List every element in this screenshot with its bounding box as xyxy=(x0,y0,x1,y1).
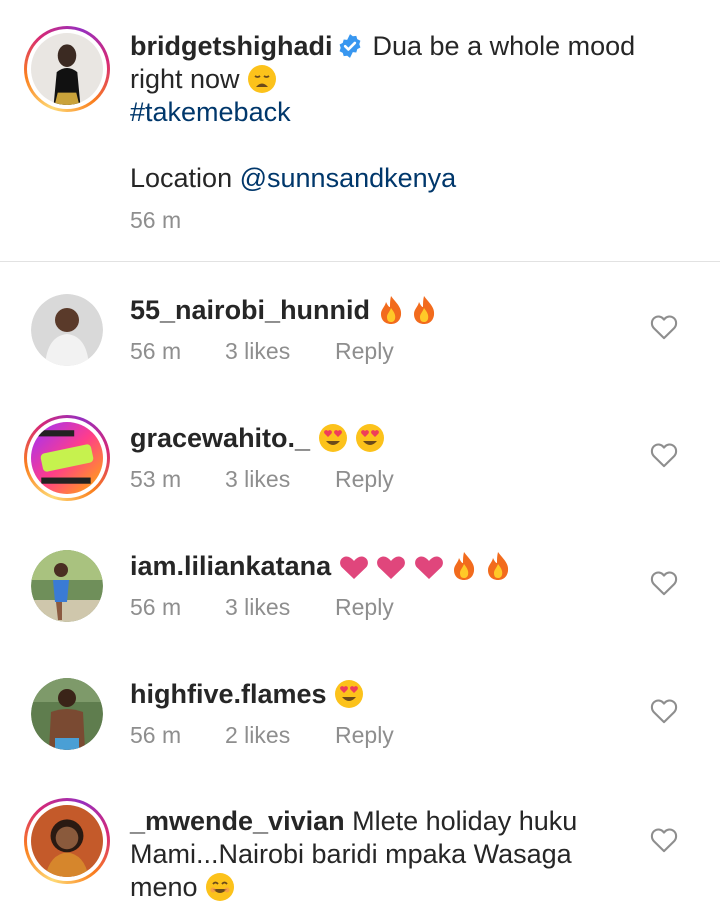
pink-heart-emoji-icon xyxy=(377,556,406,579)
like-heart-icon[interactable] xyxy=(650,827,678,853)
reply-button[interactable]: Reply xyxy=(335,338,394,365)
caption-line-1: Dua be a whole mood xyxy=(372,31,636,61)
comment-text: gracewahito._ xyxy=(130,422,630,455)
caption-text: bridgetshighadi Dua be a whole mood right… xyxy=(130,30,690,195)
like-heart-icon[interactable] xyxy=(650,442,678,468)
heart-eyes-emoji-icon xyxy=(318,424,347,452)
location-mention-link[interactable]: @sunnsandkenya xyxy=(240,163,457,193)
avatar-image xyxy=(31,550,103,622)
commenter-avatar[interactable] xyxy=(31,678,103,750)
reply-button[interactable]: Reply xyxy=(335,722,394,749)
verified-badge-icon xyxy=(339,34,360,58)
comment-username[interactable]: gracewahito._ xyxy=(130,423,310,453)
like-heart-icon[interactable] xyxy=(650,314,678,340)
commenter-avatar[interactable] xyxy=(31,550,103,622)
comment-text: highfive.flames xyxy=(130,678,630,711)
commenter-avatar[interactable] xyxy=(24,798,110,884)
comment-text: 55_nairobi_hunnid xyxy=(130,294,630,327)
comment-text: iam.liliankatana xyxy=(130,550,630,583)
post-author-avatar[interactable] xyxy=(24,26,110,112)
reply-button[interactable]: Reply xyxy=(335,594,394,621)
commenter-avatar[interactable] xyxy=(31,294,103,366)
post-timestamp: 56 m xyxy=(130,207,182,233)
pink-heart-emoji-icon xyxy=(414,556,443,579)
post-caption: bridgetshighadi Dua be a whole mood right… xyxy=(0,0,720,262)
avatar-image xyxy=(31,805,103,877)
heart-eyes-emoji-icon xyxy=(356,424,385,452)
fire-emoji-icon xyxy=(487,552,508,580)
reply-button[interactable]: Reply xyxy=(335,466,394,493)
like-heart-icon[interactable] xyxy=(650,570,678,596)
comment-likes[interactable]: 3 likes xyxy=(225,338,335,365)
avatar-image xyxy=(31,678,103,750)
comment-timestamp: 56 m xyxy=(130,338,182,364)
comment-body-line-3: meno xyxy=(130,872,198,902)
comment-timestamp: 53 m xyxy=(130,466,182,492)
location-label: Location xyxy=(130,163,233,193)
comment-username[interactable]: iam.liliankatana xyxy=(130,551,331,581)
comment-likes[interactable]: 2 likes xyxy=(225,722,335,749)
avatar-image xyxy=(31,294,103,366)
comment-username[interactable]: highfive.flames xyxy=(130,679,327,709)
comment-timestamp: 56 m xyxy=(130,722,182,748)
comment-meta: 53 m 3 likes Reply xyxy=(130,466,394,493)
like-heart-icon[interactable] xyxy=(650,698,678,724)
hashtag-link[interactable]: #takemeback xyxy=(130,97,291,127)
post-username[interactable]: bridgetshighadi xyxy=(130,31,333,61)
comment-meta: 56 m 3 likes Reply xyxy=(130,338,394,365)
commenter-avatar[interactable] xyxy=(24,415,110,501)
comment-likes[interactable]: 3 likes xyxy=(225,466,335,493)
comment-text: _mwende_vivian Mlete holiday huku Mami..… xyxy=(130,805,600,904)
comment-likes[interactable]: 3 likes xyxy=(225,594,335,621)
fire-emoji-icon xyxy=(454,552,475,580)
comment-username[interactable]: 55_nairobi_hunnid xyxy=(130,295,370,325)
comment-body-line-1: Mlete holiday huku xyxy=(352,806,578,836)
avatar-image xyxy=(31,33,103,105)
smiling-face-emoji-icon xyxy=(206,873,235,901)
comment-timestamp: 56 m xyxy=(130,594,182,620)
fire-emoji-icon xyxy=(414,296,435,324)
fire-emoji-icon xyxy=(380,296,401,324)
caption-line-2: right now xyxy=(130,64,240,94)
pink-heart-emoji-icon xyxy=(339,556,368,579)
weary-face-emoji-icon xyxy=(248,65,277,93)
comment-body-line-2: Mami...Nairobi baridi mpaka Wasaga xyxy=(130,839,572,869)
heart-eyes-emoji-icon xyxy=(335,680,364,708)
comment-username[interactable]: _mwende_vivian xyxy=(130,806,345,836)
avatar-image xyxy=(31,422,103,494)
comment-meta: 56 m 2 likes Reply xyxy=(130,722,394,749)
comment-meta: 56 m 3 likes Reply xyxy=(130,594,394,621)
